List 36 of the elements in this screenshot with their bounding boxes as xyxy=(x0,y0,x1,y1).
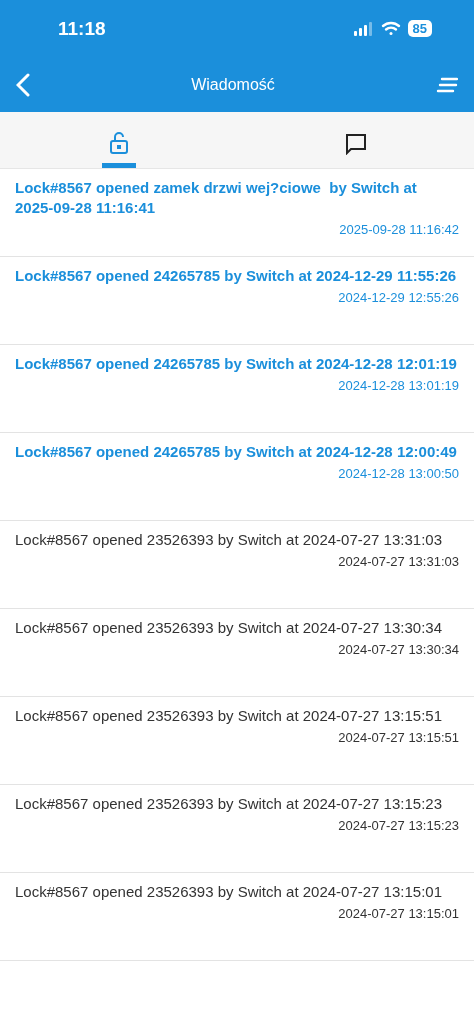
message-text: Lock#8567 opened 24265785 by Switch at 2024-12-28 12:01:19 xyxy=(15,354,458,374)
back-button[interactable] xyxy=(16,72,30,97)
signal-icon xyxy=(353,21,374,36)
message-text: Lock#8567 opened 23526393 by Switch at 2024-07-27 13:15:23 xyxy=(15,794,443,814)
message-time: 2024-12-28 13:01:19 xyxy=(338,378,459,393)
message-text: Lock#8567 opened 23526393 by Switch at 2024-07-27 13:15:01 xyxy=(15,882,443,902)
message-time: 2024-12-28 13:00:50 xyxy=(338,466,459,481)
message-time: 2024-07-27 13:15:51 xyxy=(338,730,459,745)
battery-level: 85 xyxy=(407,20,432,37)
message-item[interactable]: Lock#8567 opened 23526393 by Switch at 2024-07-27 13:15:01 2024-07-27 13:15:01 xyxy=(0,873,474,961)
chat-bubble-icon xyxy=(344,133,367,155)
message-time: 2024-07-27 13:30:34 xyxy=(338,642,459,657)
wifi-icon xyxy=(380,21,401,36)
message-item[interactable]: Lock#8567 opened 23526393 by Switch at 2024-07-27 13:30:34 2024-07-27 13:30:34 xyxy=(0,609,474,697)
message-item[interactable]: Lock#8567 opened 23526393 by Switch at 2024-07-27 13:15:51 2024-07-27 13:15:51 xyxy=(0,697,474,785)
unlocked-padlock-icon xyxy=(108,131,129,155)
message-item[interactable]: Lock#8567 opened 24265785 by Switch at 2024-12-28 12:01:19 2024-12-28 13:01:19 xyxy=(0,345,474,433)
message-time: 2024-07-27 13:15:23 xyxy=(338,818,459,833)
message-item[interactable]: Lock#8567 opened 24265785 by Switch at 2024-12-29 11:55:26 2024-12-29 12:55:26 xyxy=(0,257,474,345)
clock-time: 11:18 xyxy=(58,17,107,40)
message-time: 2024-12-29 12:55:26 xyxy=(338,290,459,305)
message-item[interactable]: Lock#8567 opened 23526393 by Switch at 2024-07-27 13:31:03 2024-07-27 13:31:03 xyxy=(0,521,474,609)
message-text: Lock#8567 opened zamek drzwi wej?ciowe by Switch at 2025-09-28 11:16:41 xyxy=(15,178,418,218)
message-time: 2025-09-28 11:16:42 xyxy=(339,222,459,237)
message-text: Lock#8567 opened 23526393 by Switch at 2024-07-27 13:31:03 xyxy=(15,530,443,550)
message-time: 2024-07-27 13:31:03 xyxy=(338,554,459,569)
message-item[interactable]: Lock#8567 opened 23526393 by Switch at 2024-07-27 13:15:23 2024-07-27 13:15:23 xyxy=(0,785,474,873)
message-item[interactable]: Lock#8567 opened 24265785 by Switch at 2024-12-28 12:00:49 2024-12-28 13:00:50 xyxy=(0,433,474,521)
message-time: 2024-07-27 13:15:01 xyxy=(338,906,459,921)
message-text: Lock#8567 opened 24265785 by Switch at 2024-12-28 12:00:49 xyxy=(15,442,458,462)
menu-button[interactable] xyxy=(436,76,458,93)
page-title: Wiadomość xyxy=(191,75,275,94)
message-item[interactable]: Lock#8567 opened zamek drzwi wej?ciowe by Switch at 2025-09-28 11:16:41 2025-09-28 11:16:42 xyxy=(0,169,474,257)
message-text: Lock#8567 opened 23526393 by Switch at 2024-07-27 13:30:34 xyxy=(15,618,443,638)
message-text: Lock#8567 opened 24265785 by Switch at 2024-12-29 11:55:26 xyxy=(15,266,458,286)
message-text: Lock#8567 opened 23526393 by Switch at 2024-07-27 13:15:51 xyxy=(15,706,443,726)
